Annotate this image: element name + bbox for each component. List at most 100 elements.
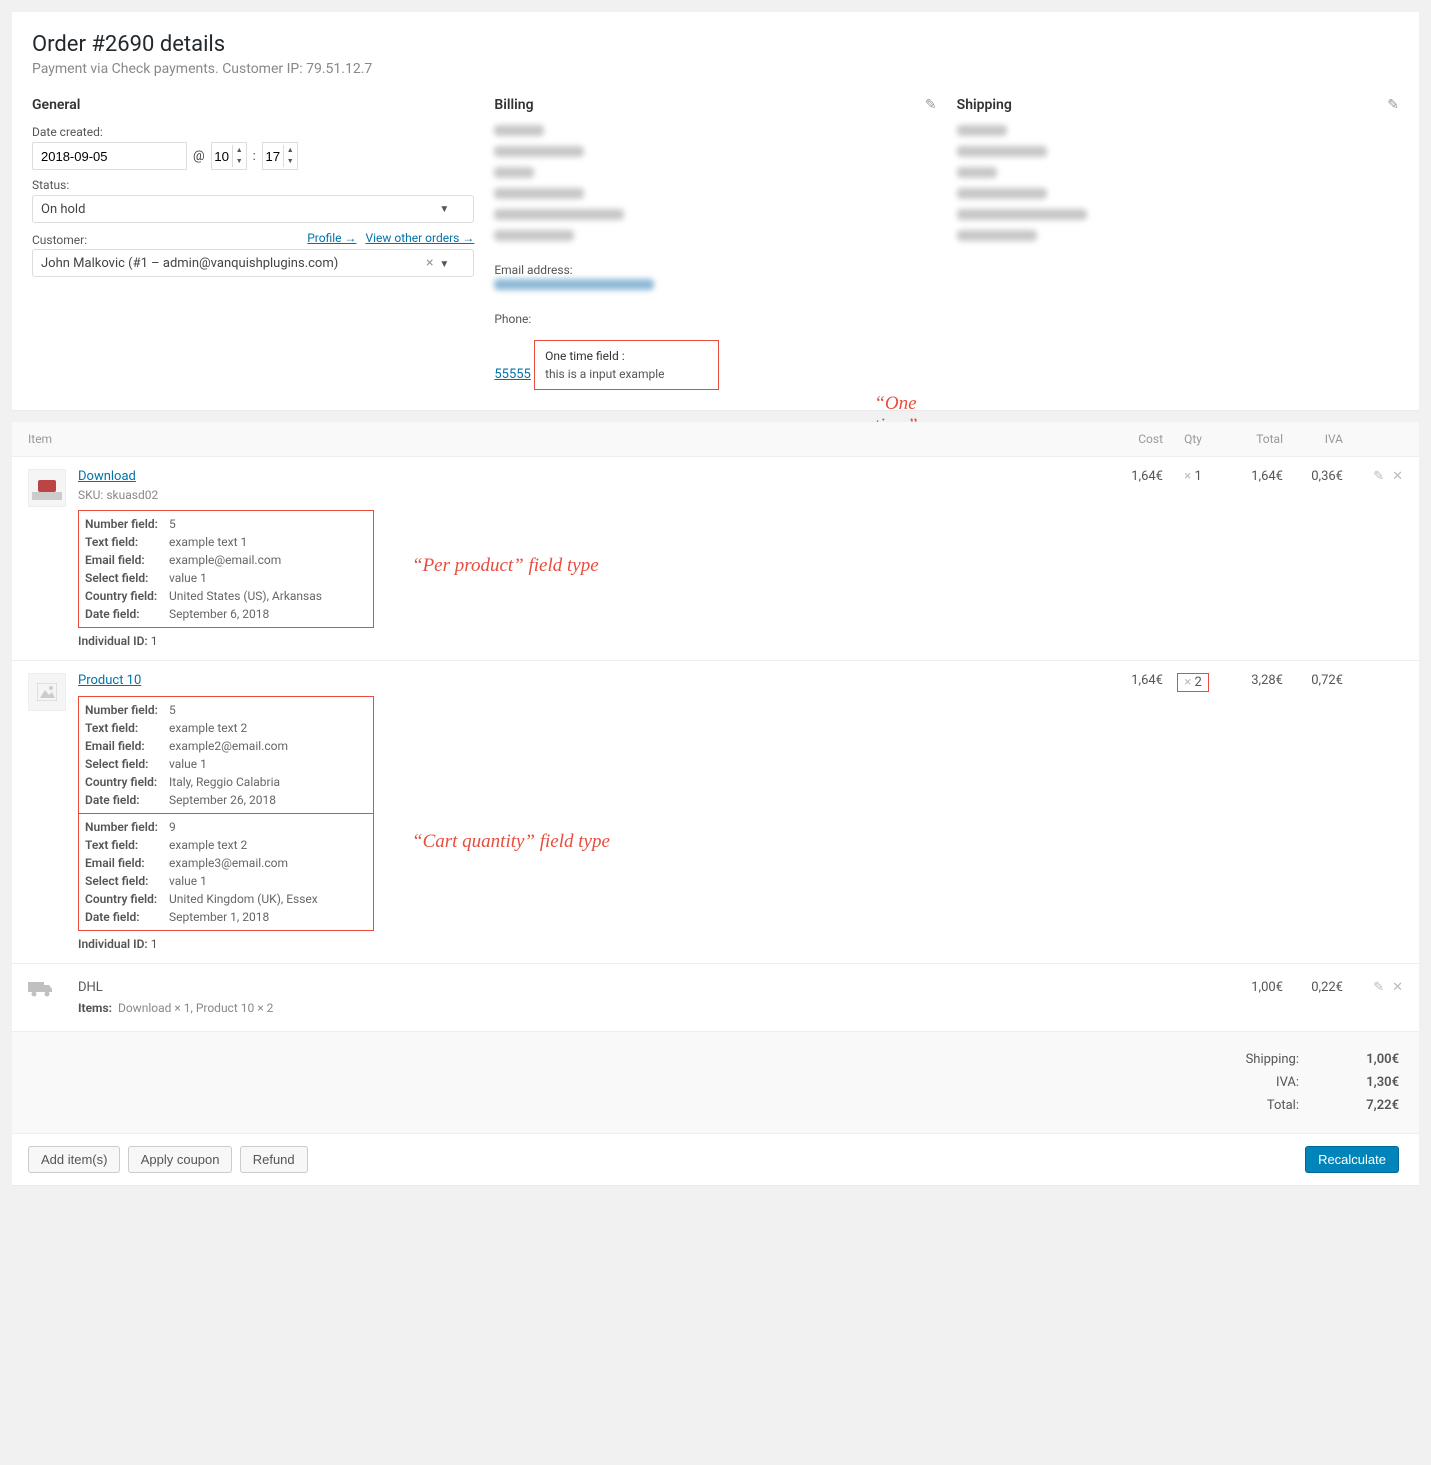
item-cost: 1,64€	[1103, 673, 1163, 688]
order-item-row: Download SKU: skuasd02 Number field:5Tex…	[12, 457, 1419, 661]
at-symbol: @	[193, 149, 205, 164]
header-cost: Cost	[1103, 432, 1163, 446]
items-header: Item Cost Qty Total IVA	[12, 422, 1419, 457]
field-line: Email field:example3@email.com	[79, 854, 373, 872]
totals-total-label: Total:	[1267, 1098, 1299, 1113]
field-value: September 1, 2018	[169, 910, 269, 924]
field-value: United States (US), Arkansas	[169, 589, 322, 603]
minute-down-icon[interactable]: ▼	[284, 156, 297, 167]
totals-shipping-value: 1,00€	[1299, 1052, 1399, 1067]
caret-down-icon: ▼	[439, 259, 449, 270]
field-line: Country field:United Kingdom (UK), Essex	[79, 890, 373, 908]
field-line: Number field:9	[79, 818, 373, 836]
customer-select[interactable]: John Malkovic (#1 – admin@vanquishplugin…	[32, 249, 474, 277]
field-value: example text 1	[169, 535, 247, 549]
individual-id: Individual ID: 1	[78, 937, 1103, 951]
field-label: Number field:	[85, 703, 169, 717]
shipping-item-row: DHL Items: Download × 1, Product 10 × 2 …	[12, 964, 1419, 1032]
hour-up-icon[interactable]: ▲	[233, 145, 246, 156]
clear-customer-icon[interactable]: ×	[426, 255, 433, 271]
totals-total-value: 7,22€	[1299, 1098, 1399, 1113]
delete-item-icon[interactable]: ✕	[1392, 469, 1403, 484]
field-value: example3@email.com	[169, 856, 288, 870]
time-colon: :	[253, 149, 256, 164]
minute-input[interactable]	[263, 143, 283, 169]
field-line: Date field:September 6, 2018	[79, 605, 373, 623]
item-qty: × 2	[1163, 673, 1223, 692]
order-details-panel: Order #2690 details Payment via Check pa…	[12, 12, 1419, 410]
field-value: 9	[169, 820, 176, 834]
field-line: Date field:September 1, 2018	[79, 908, 373, 926]
edit-item-icon[interactable]: ✎	[1373, 469, 1384, 484]
field-line: Number field:5	[79, 515, 373, 533]
general-column: General Date created: @ ▲▼ : ▲▼ Status: …	[32, 97, 474, 390]
customer-label: Customer:	[32, 233, 87, 247]
hour-down-icon[interactable]: ▼	[233, 156, 246, 167]
date-created-input[interactable]	[32, 142, 187, 170]
customer-links: Profile → View other orders →	[307, 231, 474, 245]
field-label: Date field:	[85, 607, 169, 621]
callout-cart-quantity: “Cart quantity” field type	[412, 831, 610, 853]
field-label: Email field:	[85, 553, 169, 567]
edit-billing-icon[interactable]: ✎	[925, 97, 937, 113]
field-line: Select field:value 1	[79, 755, 373, 773]
general-heading: General	[32, 97, 474, 113]
field-line: Text field:example text 1	[79, 533, 373, 551]
order-item-row: Product 10 Number field:5Text field:exam…	[12, 661, 1419, 964]
item-qty: × 1	[1163, 469, 1223, 484]
field-line: Number field:5	[79, 701, 373, 719]
product-name-link[interactable]: Product 10	[78, 673, 141, 688]
field-value: September 26, 2018	[169, 793, 276, 807]
field-value: example2@email.com	[169, 739, 288, 753]
shipping-total: 1,00€	[1223, 980, 1283, 995]
item-total: 1,64€	[1223, 469, 1283, 484]
recalculate-button[interactable]: Recalculate	[1305, 1146, 1399, 1173]
hour-input[interactable]	[212, 143, 232, 169]
status-select[interactable]: On hold ▼	[32, 195, 474, 223]
product-thumbnail-placeholder	[28, 673, 66, 711]
field-label: Country field:	[85, 589, 169, 603]
field-value: United Kingdom (UK), Essex	[169, 892, 318, 906]
totals-iva-label: IVA:	[1276, 1075, 1299, 1090]
one-time-field-box: One time field : this is a input example	[534, 340, 719, 390]
refund-button[interactable]: Refund	[240, 1146, 308, 1173]
cart-quantity-fields-box-2: Number field:9Text field:example text 2E…	[78, 814, 374, 931]
field-line: Country field:United States (US), Arkans…	[79, 587, 373, 605]
per-product-fields-box: Number field:5Text field:example text 1E…	[78, 510, 374, 628]
field-value: value 1	[169, 571, 207, 585]
item-total: 3,28€	[1223, 673, 1283, 688]
shipping-heading: Shipping	[957, 97, 1399, 113]
one-time-field-label: One time field :	[545, 349, 708, 363]
field-value: September 6, 2018	[169, 607, 269, 621]
status-value: On hold	[41, 202, 85, 217]
field-label: Select field:	[85, 571, 169, 585]
field-label: Country field:	[85, 775, 169, 789]
edit-shipping-icon[interactable]: ✎	[1387, 97, 1399, 113]
field-label: Text field:	[85, 535, 169, 549]
callout-per-product: “Per product” field type	[412, 555, 599, 577]
minute-input-wrap[interactable]: ▲▼	[262, 142, 298, 170]
field-label: Date field:	[85, 910, 169, 924]
header-qty: Qty	[1163, 432, 1223, 446]
phone-link[interactable]: 55555	[494, 367, 531, 382]
minute-up-icon[interactable]: ▲	[284, 145, 297, 156]
profile-link[interactable]: Profile →	[307, 231, 356, 245]
add-items-button[interactable]: Add item(s)	[28, 1146, 120, 1173]
delete-item-icon[interactable]: ✕	[1392, 980, 1403, 995]
product-sku: SKU: skuasd02	[78, 488, 1103, 502]
view-other-orders-link[interactable]: View other orders →	[365, 231, 474, 245]
field-label: Text field:	[85, 721, 169, 735]
edit-item-icon[interactable]: ✎	[1373, 980, 1384, 995]
field-value: value 1	[169, 874, 207, 888]
totals-iva-value: 1,30€	[1299, 1075, 1399, 1090]
item-iva: 0,36€	[1283, 469, 1343, 484]
order-totals: Shipping:1,00€ IVA:1,30€ Total:7,22€	[12, 1032, 1419, 1134]
field-value: example text 2	[169, 721, 247, 735]
field-value: Italy, Reggio Calabria	[169, 775, 280, 789]
item-cost: 1,64€	[1103, 469, 1163, 484]
header-item: Item	[28, 432, 1103, 446]
product-name-link[interactable]: Download	[78, 469, 136, 484]
apply-coupon-button[interactable]: Apply coupon	[128, 1146, 233, 1173]
email-label: Email address:	[494, 263, 936, 277]
hour-input-wrap[interactable]: ▲▼	[211, 142, 247, 170]
